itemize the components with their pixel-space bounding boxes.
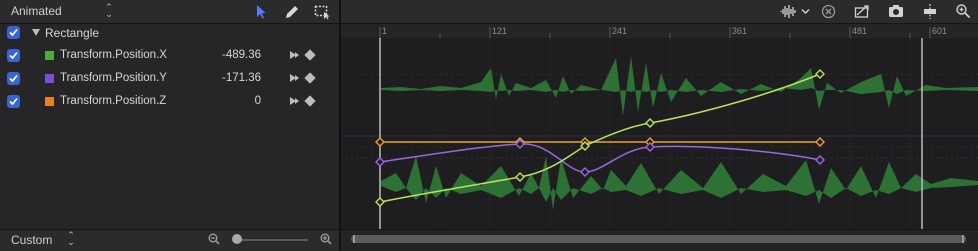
channel-value[interactable]: -171.36	[222, 72, 261, 84]
group-label: Rectangle	[45, 26, 100, 40]
checkmark-icon	[9, 97, 18, 106]
channel-row-position-y[interactable]: Transform.Position.Y -171.36	[0, 68, 339, 91]
channel-row-position-x[interactable]: Transform.Position.X -489.36	[0, 45, 339, 68]
graph-toolbar	[341, 0, 978, 24]
snapshot-camera-icon[interactable]	[888, 4, 904, 18]
checkmark-icon	[9, 28, 18, 37]
keyframe-graph-area[interactable]	[341, 38, 978, 230]
group-row-rectangle[interactable]: Rectangle	[0, 22, 339, 45]
channel-name: Transform.Position.Z	[60, 95, 167, 107]
scrollbar-thumb[interactable]	[351, 235, 966, 243]
zoom-in-icon[interactable]	[320, 233, 332, 245]
channel-color-swatch	[45, 51, 54, 60]
ruler-ticks	[379, 27, 931, 38]
channel-name: Transform.Position.Y	[60, 72, 167, 84]
add-keyframe-icon[interactable]	[304, 49, 316, 61]
filter-dropdown[interactable]: Animated	[11, 4, 62, 18]
channel-color-swatch	[45, 74, 54, 83]
channel-color-swatch	[45, 97, 54, 106]
ruler-label: 481	[852, 26, 868, 36]
marquee-icon[interactable]	[313, 3, 331, 20]
channel-value[interactable]: 0	[255, 95, 261, 107]
ruler-label: 241	[612, 26, 628, 36]
checkmark-icon	[9, 51, 18, 60]
channel-row-position-z[interactable]: Transform.Position.Z 0	[0, 91, 339, 114]
graph-canvas[interactable]	[341, 38, 978, 230]
waveform-icon[interactable]	[780, 4, 796, 19]
channel-value[interactable]: -489.36	[222, 49, 261, 61]
timeline-ruler[interactable]: 1 121 241 361 481 601	[341, 24, 978, 39]
ruler-label: 601	[932, 26, 948, 36]
scrollbar-end-handle[interactable]	[962, 235, 964, 243]
ruler-label: 121	[492, 26, 508, 36]
snapping-icon[interactable]	[854, 4, 871, 19]
parameters-panel: Animated ⌃ ⌄ Rectangle Transform.Position…	[0, 0, 339, 251]
scrollbar-start-handle[interactable]	[353, 235, 355, 243]
channel-enable-checkbox[interactable]	[7, 95, 20, 108]
zoom-out-icon[interactable]	[208, 233, 220, 245]
keyframe-navigate-icon[interactable]	[289, 49, 300, 61]
ruler-label: 361	[732, 26, 748, 36]
disclosure-triangle-icon[interactable]	[32, 29, 40, 36]
updown-chevron-icon[interactable]: ⌃ ⌄	[66, 231, 76, 247]
zoom-slider-knob[interactable]	[232, 234, 242, 244]
ruler-label: 1	[382, 26, 388, 36]
audio-waveform	[381, 56, 978, 210]
chevron-down-icon[interactable]	[801, 8, 810, 15]
zoom-slider-track[interactable]	[237, 239, 308, 241]
channel-name: Transform.Position.X	[60, 49, 167, 61]
fit-dropdown[interactable]: Custom	[11, 233, 52, 247]
checkmark-icon	[9, 74, 18, 83]
clip-center-icon[interactable]	[921, 3, 939, 20]
keyframe-navigate-icon[interactable]	[289, 95, 300, 107]
add-keyframe-icon[interactable]	[304, 95, 316, 107]
left-toolbar: Animated ⌃ ⌄	[0, 0, 339, 24]
channel-enable-checkbox[interactable]	[7, 49, 20, 62]
updown-chevron-icon[interactable]: ⌃ ⌄	[104, 3, 114, 19]
clear-icon[interactable]	[821, 4, 836, 19]
add-keyframe-icon[interactable]	[304, 72, 316, 84]
pen-icon[interactable]	[283, 3, 301, 20]
channel-enable-checkbox[interactable]	[7, 72, 20, 85]
group-enable-checkbox[interactable]	[7, 26, 20, 39]
arrow-pointer-icon[interactable]	[252, 3, 270, 20]
keyframe-navigate-icon[interactable]	[289, 72, 300, 84]
zoom-to-fit-icon[interactable]	[955, 3, 971, 19]
